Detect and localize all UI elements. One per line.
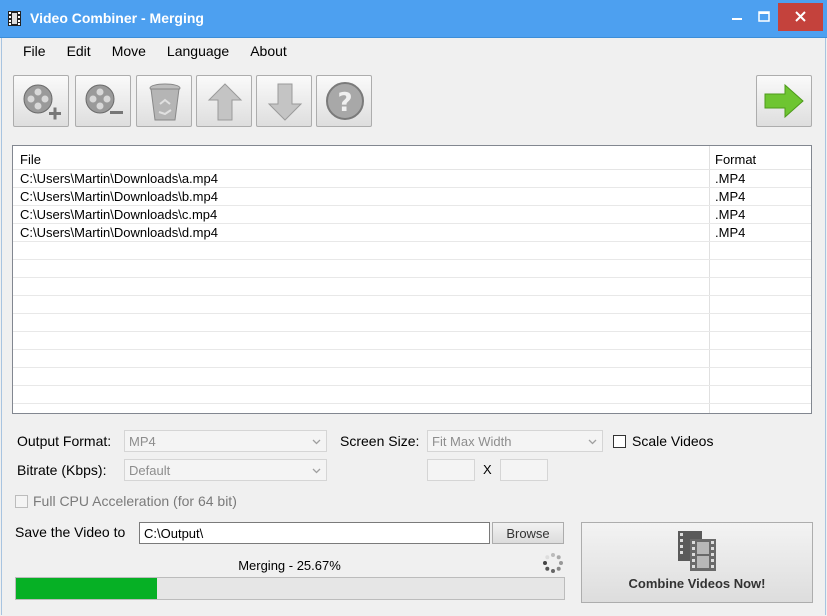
menu-language[interactable]: Language (154, 38, 237, 64)
add-video-icon (23, 84, 61, 120)
empty-row (13, 386, 811, 404)
loading-spinner-icon (543, 553, 563, 573)
empty-row (13, 296, 811, 314)
file-path: C:\Users\Martin\Downloads\a.mp4 (20, 171, 218, 186)
clear-list-button[interactable] (136, 75, 192, 127)
cpu-acceleration-label: Full CPU Acceleration (for 64 bit) (33, 493, 237, 509)
empty-row (13, 332, 811, 350)
menu-edit[interactable]: Edit (54, 38, 99, 64)
file-format: .MP4 (715, 171, 746, 186)
screen-size-label: Screen Size: (340, 433, 420, 449)
browse-button[interactable]: Browse (492, 522, 564, 544)
chevron-down-icon (312, 468, 321, 474)
table-row[interactable]: C:\Users\Martin\Downloads\a.mp4 .MP4 (13, 170, 811, 188)
bitrate-value: Default (129, 463, 171, 478)
width-input[interactable] (427, 459, 475, 481)
file-format: .MP4 (715, 207, 746, 222)
progress-fill (16, 578, 157, 599)
file-format: .MP4 (715, 225, 746, 240)
start-button[interactable] (756, 75, 812, 127)
close-button[interactable] (778, 3, 823, 31)
move-up-button[interactable] (196, 75, 252, 127)
merge-progress-bar (15, 577, 565, 600)
arrow-up-icon (207, 83, 243, 121)
scale-videos-label: Scale Videos (632, 433, 714, 449)
output-format-label: Output Format: (17, 433, 112, 449)
save-path-value: C:\Output\ (144, 526, 204, 541)
arrow-down-icon (267, 83, 303, 121)
height-input[interactable] (500, 459, 548, 481)
output-format-value: MP4 (129, 434, 156, 449)
file-path: C:\Users\Martin\Downloads\c.mp4 (20, 207, 218, 222)
move-down-button[interactable] (256, 75, 312, 127)
empty-row (13, 260, 811, 278)
minimize-button[interactable] (723, 0, 751, 34)
column-header-format[interactable]: Format (715, 152, 756, 167)
empty-row (13, 278, 811, 296)
chevron-down-icon (312, 439, 321, 445)
table-row[interactable]: C:\Users\Martin\Downloads\d.mp4 .MP4 (13, 224, 811, 242)
window-client: File Edit Move Language About ? File For… (1, 38, 826, 615)
remove-video-icon (85, 84, 123, 114)
empty-row (13, 350, 811, 368)
film-app-icon (8, 11, 21, 26)
help-button[interactable]: ? (316, 75, 372, 127)
combine-videos-button[interactable]: Combine Videos Now! (581, 522, 813, 603)
title-bar: Video Combiner - Merging (0, 0, 827, 38)
scale-videos-checkbox[interactable] (613, 435, 626, 448)
table-row[interactable]: C:\Users\Martin\Downloads\b.mp4 .MP4 (13, 188, 811, 206)
close-icon (795, 11, 806, 22)
empty-row (13, 242, 811, 260)
minimize-icon (732, 18, 742, 20)
bitrate-label: Bitrate (Kbps): (17, 462, 107, 478)
remove-video-button[interactable] (75, 75, 131, 127)
file-path: C:\Users\Martin\Downloads\b.mp4 (20, 189, 218, 204)
recycle-bin-icon (149, 83, 181, 121)
empty-row (13, 314, 811, 332)
arrow-right-icon (764, 83, 804, 119)
save-path-input[interactable]: C:\Output\ (139, 522, 490, 544)
menu-file[interactable]: File (11, 38, 54, 64)
file-list-header: File Format (13, 146, 811, 170)
table-row[interactable]: C:\Users\Martin\Downloads\c.mp4 .MP4 (13, 206, 811, 224)
empty-row (13, 368, 811, 386)
save-label: Save the Video to (15, 524, 126, 540)
file-format: .MP4 (715, 189, 746, 204)
maximize-icon (758, 11, 770, 22)
screen-size-value: Fit Max Width (432, 434, 512, 449)
status-text: Merging - 25.67% (238, 558, 341, 573)
svg-text:?: ? (337, 88, 352, 118)
menu-move[interactable]: Move (99, 38, 154, 64)
maximize-button[interactable] (750, 0, 778, 34)
column-header-file[interactable]: File (20, 152, 41, 167)
film-strip-icon (678, 531, 716, 571)
add-video-button[interactable] (13, 75, 69, 127)
output-format-select[interactable]: MP4 (124, 430, 327, 452)
cpu-acceleration-checkbox[interactable] (15, 495, 28, 508)
empty-row (13, 404, 811, 413)
file-list[interactable]: File Format C:\Users\Martin\Downloads\a.… (12, 145, 812, 414)
window-title: Video Combiner - Merging (30, 10, 204, 26)
bitrate-select[interactable]: Default (124, 459, 327, 481)
file-path: C:\Users\Martin\Downloads\d.mp4 (20, 225, 218, 240)
help-icon: ? (326, 82, 364, 120)
screen-size-select[interactable]: Fit Max Width (427, 430, 603, 452)
chevron-down-icon (588, 439, 597, 445)
menu-bar: File Edit Move Language About (2, 38, 825, 64)
combine-videos-label: Combine Videos Now! (628, 576, 766, 591)
size-separator: X (483, 462, 492, 477)
menu-about[interactable]: About (237, 38, 295, 64)
